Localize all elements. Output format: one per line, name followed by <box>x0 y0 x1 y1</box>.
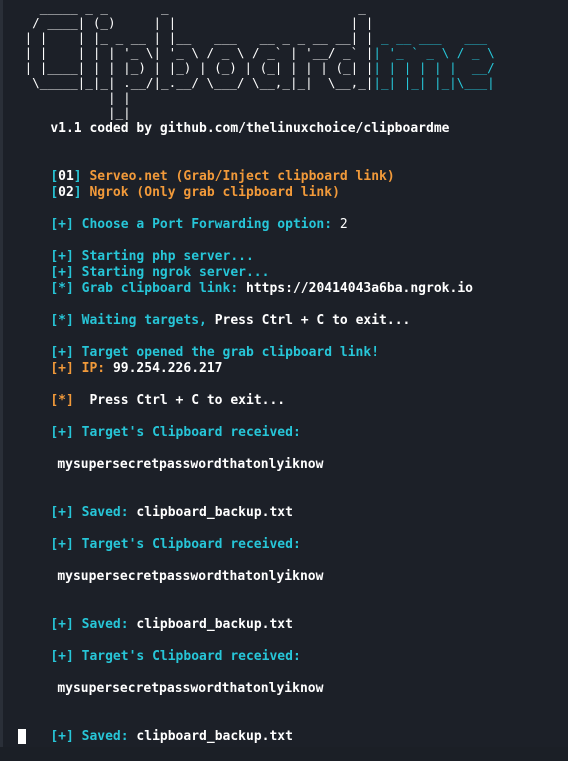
banner-clipboard-line: \_____|_|_| .__/|_.__/ \___/ \__,_|_| \_… <box>17 75 374 90</box>
clipboard-value: mysupersecretpasswordthatonlyiknow <box>57 569 324 584</box>
banner-me-line: _ __ ___ ___ <box>373 30 488 45</box>
version-text: v1.1 coded by github.com/thelinuxchoice/… <box>50 121 450 136</box>
status-text: Waiting targets, <box>81 313 207 328</box>
status-text: Target's Clipboard received: <box>81 425 301 440</box>
clipboard-content: mysupersecretpasswordthatonlyiknow <box>26 553 323 601</box>
banner-clipboard-line: / ____| (_) | | | | <box>17 15 374 30</box>
banner-clipboard-line: | |____| | | |_) | |_) | (_) | (_| | | |… <box>17 60 374 75</box>
banner-clipboard-line: | | <box>17 90 374 105</box>
saved-label: Saved: <box>81 729 129 744</box>
banner-clipboard-line: | | | |_ _ __ | |__ ___ __ _ _ __ __| | <box>17 30 374 45</box>
banner-clipboard-line: _____ _ _ _ _ <box>17 0 374 15</box>
menu-bracket-open: [ <box>50 185 59 200</box>
banner-clipboard-line: | | | | | '_ \| '_ \ / _ \ / _` | '__/ _… <box>17 45 374 60</box>
status-prefix: [+] <box>50 361 74 376</box>
ip-value: 99.254.226.217 <box>112 361 223 376</box>
clipboard-value: mysupersecretpasswordthatonlyiknow <box>57 681 324 696</box>
user-input-value: 2 <box>339 217 348 232</box>
exit-hint: Press Ctrl + C to exit... <box>214 313 411 328</box>
clipboard-content: mysupersecretpasswordthatonlyiknow <box>26 441 323 489</box>
status-label: Grab clipboard link: <box>81 281 239 296</box>
ascii-banner: _____ _ _ _ _ / ____| (_) | | | | | | | … <box>17 0 495 120</box>
status-prefix: [+] <box>50 425 74 440</box>
clipboard-value: mysupersecretpasswordthatonlyiknow <box>57 457 324 472</box>
grab-url: https://20414043a6ba.ngrok.io <box>246 281 473 296</box>
status-text: Target's Clipboard received: <box>81 537 301 552</box>
saved-filename: clipboard_backup.txt <box>136 617 293 632</box>
version-line: v1.1 coded by github.com/thelinuxchoice/… <box>19 105 449 153</box>
status-prefix: [*] <box>50 313 74 328</box>
saved-filename: clipboard_backup.txt <box>136 505 293 520</box>
saved-filename: clipboard_backup.txt <box>136 729 293 744</box>
saved-label: Saved: <box>81 505 129 520</box>
exit-hint: Press Ctrl + C to exit... <box>89 393 286 408</box>
status-prefix: [+] <box>50 217 74 232</box>
banner-me-line: |_| |_| |_|\___| <box>373 75 495 90</box>
ip-label: IP: <box>81 361 106 376</box>
status-prefix: [*] <box>50 281 74 296</box>
status-prefix: [+] <box>50 649 74 664</box>
terminal-cursor <box>18 729 26 744</box>
saved-line: [+] Saved: clipboard_backup.txt <box>19 713 293 761</box>
status-prefix: [*] <box>50 393 74 408</box>
prompt-text: Choose a Port Forwarding option: <box>81 217 333 232</box>
menu-label: Ngrok (Only grab clipboard link) <box>89 185 340 200</box>
saved-label: Saved: <box>81 617 129 632</box>
clipboard-content: mysupersecretpasswordthatonlyiknow <box>26 665 323 713</box>
banner-me-line: | | | | | | __/ <box>373 60 495 75</box>
menu-bracket-close: ] <box>73 185 82 200</box>
banner-me-line: | '_ ` _ \ / _ \ <box>373 45 495 60</box>
status-prefix: [+] <box>50 505 74 520</box>
status-prefix: [+] <box>50 617 74 632</box>
menu-number: 02 <box>58 185 74 200</box>
status-text: Target's Clipboard received: <box>81 649 301 664</box>
status-prefix: [+] <box>50 537 74 552</box>
terminal-window[interactable]: _____ _ _ _ _ / ____| (_) | | | | | | | … <box>0 0 568 747</box>
status-prefix: [+] <box>50 729 74 744</box>
